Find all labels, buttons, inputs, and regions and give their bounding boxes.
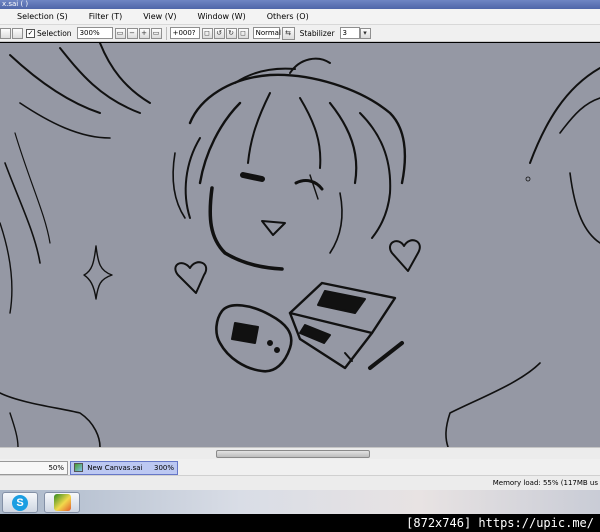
skype-icon: S [12,494,28,511]
toolbar-separator [165,26,167,40]
menu-filter[interactable]: Filter (T) [89,12,122,21]
rotate-right-icon[interactable]: ↻ [225,27,237,39]
toolbar-button-2[interactable] [12,27,23,39]
window-title-bar: x.sai ( ) [0,0,600,9]
document-tabs: 50% New Canvas.sai 300% [0,459,600,476]
toolbar: ✓ Selection 300% ▭ − + ▭ +000? ◻ ↺ ↻ ◻ N… [0,25,600,42]
zoom-in-icon[interactable]: + [138,27,150,39]
paint-tool-sai-icon [53,494,71,511]
menu-others[interactable]: Others (O) [267,12,309,21]
rotate-apply-icon[interactable]: ◻ [237,27,249,39]
taskbar-skype-button[interactable]: S [2,492,38,513]
taskbar: S [0,490,600,514]
document-tab-zoom: 50% [48,464,64,472]
selection-checkbox[interactable]: ✓ [26,28,35,38]
drawing-canvas[interactable] [0,43,600,447]
menu-view[interactable]: View (V) [143,12,176,21]
blend-mode-select[interactable]: Normal [252,27,281,39]
memory-load-text: Memory load: 55% (117MB us [492,479,598,487]
stabilizer-label: Stabilizer [299,28,335,38]
document-tab-new-canvas[interactable]: New Canvas.sai 300% [70,461,178,475]
selection-label: Selection [37,28,72,38]
window-title: x.sai ( ) [2,0,29,8]
canvas-thumbnail-icon [74,463,83,472]
zoom-out-icon[interactable]: − [126,27,138,39]
taskbar-sai-button[interactable] [44,492,80,513]
horizontal-scrollbar[interactable] [0,447,600,459]
horizontal-scrollbar-thumb[interactable] [216,450,370,458]
image-size-watermark: [872x746] https://upic.me/ [0,514,600,532]
zoom-fit-icon[interactable]: ▭ [114,27,126,39]
document-tab-label: New Canvas.sai [87,464,143,472]
status-bar: Memory load: 55% (117MB us [0,476,600,490]
rotate-left-icon[interactable]: ↺ [213,27,225,39]
stabilizer-dropdown-icon[interactable]: ▾ [359,27,371,39]
flip-icon[interactable]: ⇆ [281,26,295,40]
zoom-field[interactable]: 300% [76,27,113,39]
document-tab-1[interactable]: 50% [0,461,68,475]
rotation-field[interactable]: +000? [169,27,200,39]
document-tab-zoom: 300% [153,464,174,472]
rotate-reset-icon[interactable]: ◻ [201,27,213,39]
watermark-text: [872x746] https://upic.me/ [406,516,594,530]
menu-selection[interactable]: Selection (S) [17,12,68,21]
sketch-artwork [0,43,600,447]
zoom-reset-icon[interactable]: ▭ [150,27,162,39]
stabilizer-field[interactable]: 3 [339,27,360,39]
menu-bar: Selection (S) Filter (T) View (V) Window… [0,9,600,25]
menu-window[interactable]: Window (W) [197,12,245,21]
toolbar-button-1[interactable] [0,27,11,39]
